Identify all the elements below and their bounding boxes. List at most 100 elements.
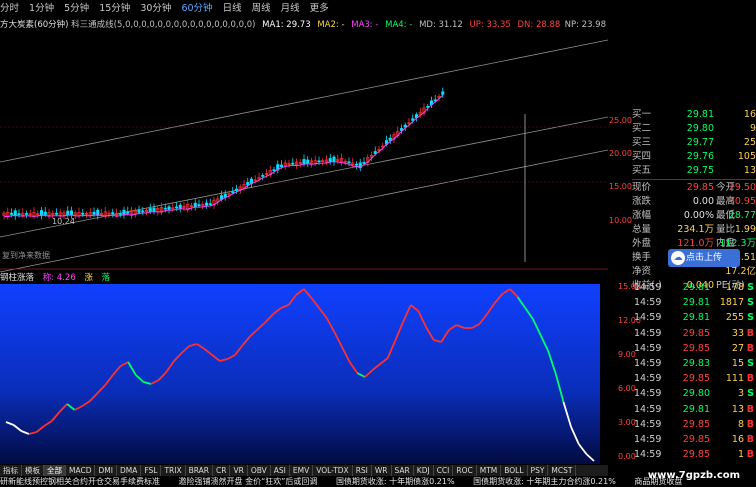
tick-price: 29.85	[682, 449, 710, 461]
period-item[interactable]: 月线	[281, 0, 300, 18]
sub-indicator-header: 钢柱涨落 称: 4.26 涨 落	[0, 272, 608, 284]
sub-indicator-name[interactable]: 钢柱涨落	[0, 273, 34, 283]
bid-label: 买一	[632, 109, 652, 120]
tick-price: 29.81	[682, 282, 710, 293]
tick-direction: S	[747, 282, 754, 293]
bid-volume: 25	[743, 137, 756, 148]
tick-time: 14:59	[634, 297, 662, 309]
upload-label: 点击上传	[686, 253, 723, 263]
stat-row: 总量 234.1万 量比 1.99	[632, 223, 756, 237]
stat-label: 现价	[632, 182, 652, 193]
candle-body	[246, 182, 250, 186]
stat-label: 涨幅	[632, 210, 652, 221]
stat-value: 1.99	[734, 224, 756, 235]
md-value: MD: 31.12	[419, 20, 463, 30]
stat-value: 30.95	[728, 196, 756, 207]
tick-row: 14:59 29.85 16 B	[632, 432, 756, 447]
bid-price: 29.80	[686, 123, 714, 134]
news-item[interactable]: 国债期货收涨: 十年期主力合约涨0.21%	[473, 477, 616, 486]
price-axis: 25.00 20.00 15.00 10.00	[608, 32, 632, 272]
candle-body	[24, 213, 29, 215]
stat-value: 0.00%	[683, 210, 714, 221]
tick-trade-list: 14:59 29.81 178 S 14:59 29.81 1817 S 14:59 29.81 2…	[632, 280, 756, 460]
tick-volume: 15	[731, 357, 744, 369]
candle-body	[223, 193, 227, 198]
candle-body	[234, 188, 239, 191]
tick-direction: B	[746, 449, 754, 461]
candle-body	[126, 211, 130, 214]
stat-value: 29.50	[728, 182, 756, 193]
bid-volume: 9	[749, 123, 756, 134]
period-item[interactable]: 分时	[0, 0, 19, 18]
stat-row: 现价 29.85 今开 29.50	[632, 181, 756, 195]
period-item[interactable]: 15分钟	[99, 0, 130, 18]
tick-time: 14:59	[634, 357, 662, 369]
price-tick: 15.00	[609, 182, 632, 191]
period-item[interactable]: 周线	[252, 0, 271, 18]
news-item[interactable]: 邀险强铺溃然开盘 金价“狂欢”后或回调	[179, 477, 318, 486]
candle-body	[197, 204, 201, 206]
news-item[interactable]: 研新能线预控钢相关合约开仓交易手续费标准	[0, 477, 160, 486]
period-item-active[interactable]: 60分钟	[181, 0, 212, 18]
quote-divider	[632, 179, 756, 180]
candle-body	[111, 212, 115, 215]
period-item[interactable]: 30分钟	[140, 0, 171, 18]
tick-row: 14:59 29.85 33 B	[632, 326, 756, 341]
bid-volume: 13	[743, 165, 756, 176]
stat-row: 涨跌 0.00 最高 30.95	[632, 195, 756, 209]
tick-time: 14:59	[634, 373, 662, 385]
candle-body	[272, 169, 276, 172]
candle-body	[291, 162, 295, 165]
candle-body	[441, 91, 445, 95]
tick-row: 14:59 29.85 1 B	[632, 447, 756, 462]
tick-price: 29.81	[682, 403, 710, 415]
period-item[interactable]: 日线	[223, 0, 242, 18]
candle-body	[163, 207, 167, 210]
bid-label: 买四	[632, 151, 652, 162]
bid-row: 买一 29.81 16	[632, 108, 756, 122]
tick-time: 14:59	[634, 282, 662, 293]
upload-button[interactable]: ☁ 点击上传	[668, 249, 740, 267]
tick-price: 29.85	[682, 433, 710, 445]
formula-name[interactable]: 科三通成线(5,0,0,0,0,0,0,0,0,0,0,0,0,0,0,0,0)	[71, 20, 255, 30]
tick-time: 14:59	[634, 433, 662, 445]
bid-row: 买四 29.76 105	[632, 150, 756, 164]
main-price-chart[interactable]: 10.24 复到净来数据	[0, 32, 608, 272]
tick-direction: B	[746, 403, 754, 415]
tick-price: 29.83	[682, 357, 710, 369]
candle-body	[81, 212, 85, 215]
candle-body	[279, 164, 284, 167]
channel-middle-line	[0, 116, 608, 238]
tick-direction: S	[747, 297, 754, 309]
bid-row: 买三 29.77 25	[632, 136, 756, 150]
period-item[interactable]: 5分钟	[64, 0, 89, 18]
candle-body	[178, 204, 182, 209]
stock-name: 方大炭素(60分钟)	[0, 20, 69, 30]
candle-body	[167, 206, 171, 210]
candle-body	[354, 163, 359, 166]
steel-column-indicator-chart[interactable]	[0, 284, 600, 464]
period-item[interactable]: 1分钟	[29, 0, 54, 18]
tick-row: 14:59 29.81 178 S	[632, 280, 756, 295]
candle-body	[261, 175, 265, 177]
watermark: www.7gpzb.com	[647, 470, 741, 481]
tick-time: 14:59	[634, 327, 662, 339]
tick-direction: B	[746, 373, 754, 385]
main-indicator-header: 方大炭素(60分钟) 科三通成线(5,0,0,0,0,0,0,0,0,0,0,0…	[0, 18, 610, 32]
tick-price: 29.85	[682, 342, 710, 354]
candle-body	[137, 210, 141, 213]
news-item[interactable]: 国债期货收涨: 十年期债涨0.21%	[336, 477, 455, 486]
candle-body	[17, 213, 21, 215]
tick-row: 14:59 29.85 27 B	[632, 341, 756, 356]
period-item-more[interactable]: 更多	[310, 0, 329, 18]
candle-body	[204, 202, 209, 206]
period-bar: 分时 1分钟 5分钟 15分钟 30分钟 60分钟 日线 周线 月线 更多	[0, 0, 610, 18]
candle-body	[388, 137, 392, 141]
tick-time: 14:59	[634, 418, 662, 430]
reverse-data-label: 复到净来数据	[2, 250, 50, 260]
moving-average-line	[3, 94, 444, 218]
ma2-value: MA2: -	[317, 20, 345, 30]
tick-volume: 16	[731, 433, 744, 445]
tick-direction: S	[747, 388, 754, 400]
candlestick-group	[2, 87, 445, 220]
